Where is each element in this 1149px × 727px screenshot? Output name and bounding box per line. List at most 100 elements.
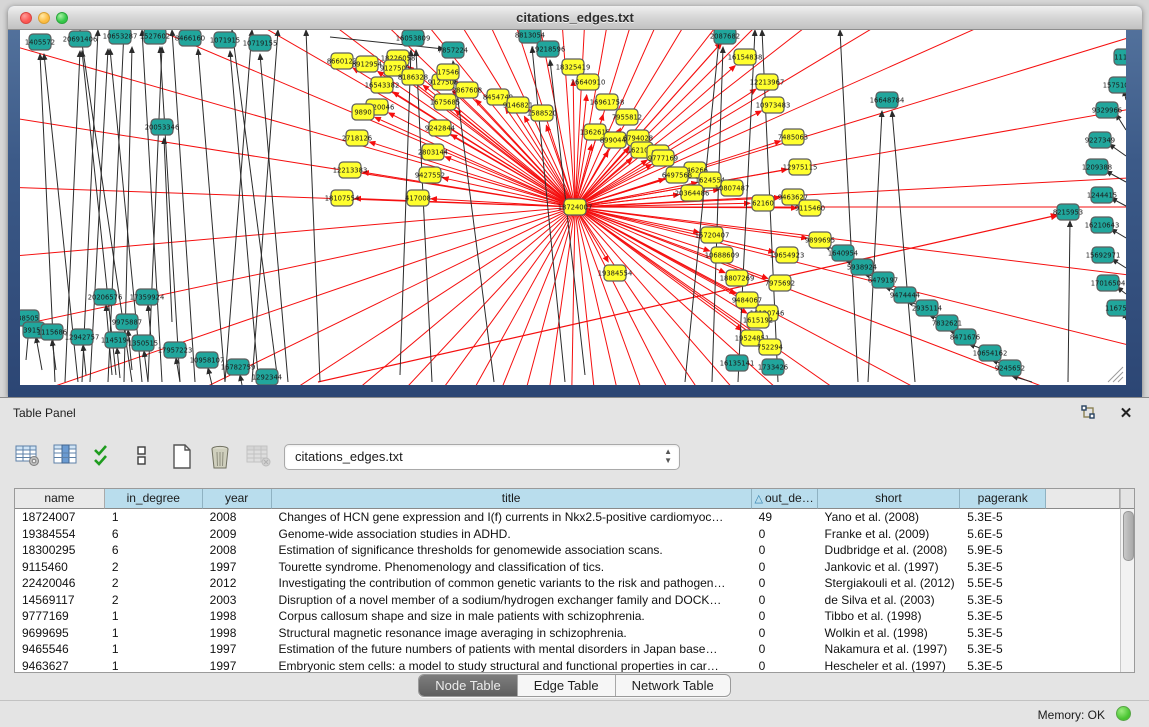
graph-node-teal[interactable]: 1209388 [1082,159,1112,175]
graph-node-teal[interactable]: 1405572 [25,34,55,50]
graph-node-yellow[interactable]: 9242844 [425,120,455,136]
table-row[interactable]: 969969511998Structural magnetic resonanc… [15,625,1120,642]
graph-node-teal[interactable]: 6479197 [868,272,898,288]
graph-node-teal[interactable]: 9245652 [995,360,1025,376]
graph-node-teal[interactable]: 20691406 [63,31,98,47]
table-row[interactable]: 1830029562008Estimation of significance … [15,542,1120,559]
graph-node-teal[interactable]: 7857224 [438,42,468,58]
column-header-in_degree[interactable]: in_degree [105,489,203,509]
table-row[interactable]: 946362711997Embryonic stem cells: a mode… [15,658,1120,673]
table-row[interactable]: 1456911722003Disruption of a novel membe… [15,592,1120,609]
table-row[interactable]: 1872400712008Changes of HCN gene express… [15,509,1120,526]
tab-edge-table[interactable]: Edge Table [518,675,616,696]
graph-node-yellow[interactable]: 6497568 [662,167,692,183]
graph-node-yellow[interactable]: 752294 [757,339,783,355]
delete-entries-icon[interactable] [206,442,234,470]
graph-node-teal[interactable]: 16053809 [396,30,431,46]
select-all-icon[interactable] [91,442,119,470]
graph-node-yellow[interactable]: 62160 [752,195,774,211]
canvas-resize-grip[interactable] [1108,367,1123,382]
graph-node-yellow[interactable]: 7485063 [778,129,808,145]
graph-node-yellow[interactable]: 12213383 [333,162,368,178]
table-select-dropdown[interactable]: citations_edges.txt ▲▼ [284,444,680,470]
graph-node-teal[interactable]: 16135141 [720,355,755,371]
graph-node-teal[interactable]: 17016504 [1091,275,1126,291]
show-columns-icon[interactable] [52,442,80,470]
graph-node-teal[interactable]: 20206576 [88,289,123,305]
graph-node-yellow[interactable]: 9899695 [805,232,835,248]
graph-node-yellow[interactable]: 2803144 [418,144,448,160]
graph-node-teal[interactable]: 2935114 [912,300,942,316]
graph-node-yellow[interactable]: 16640910 [571,74,606,90]
table-vertical-scrollbar[interactable] [1120,509,1134,672]
graph-node-yellow[interactable]: 7975692 [765,275,795,291]
network-window[interactable]: citations_edges.txt 14055722069140610653… [8,6,1142,397]
table-row[interactable]: 911546021997Tourette syndrome. Phenomeno… [15,559,1120,576]
table-row[interactable]: 977716911998Corpus callosum shape and si… [15,608,1120,625]
network-window-titlebar[interactable]: citations_edges.txt [8,6,1142,30]
graph-node-yellow[interactable]: 16154838 [728,49,763,65]
graph-node-yellow[interactable]: 1615192 [743,312,773,328]
tab-network-table[interactable]: Network Table [616,675,730,696]
graph-node-yellow[interactable]: 1588520 [527,105,557,121]
graph-node-yellow[interactable]: 9115460 [795,200,825,216]
graph-node-yellow[interactable]: 9777169 [648,150,678,166]
graph-node-yellow[interactable]: 7955812 [612,109,642,125]
graph-node-teal[interactable]: 10719155 [243,35,278,51]
graph-node-yellow[interactable]: 17546 [437,64,459,80]
graph-node-yellow[interactable]: 10973483 [756,97,791,113]
graph-node-yellow[interactable]: 12213967 [750,74,785,90]
graph-node-yellow[interactable]: 19654923 [770,247,805,263]
column-header-out_degree[interactable]: △out_de… [752,489,818,509]
graph-node-teal[interactable]: 20053346 [145,119,180,135]
graph-node-teal[interactable]: 9975887 [112,314,142,330]
graph-node-yellow[interactable]: 8912954 [352,56,382,72]
graph-node-teal[interactable]: 9227349 [1085,132,1115,148]
graph-node-yellow[interactable]: 18107554 [325,190,360,206]
graph-node-teal[interactable]: 15751074 [1103,77,1126,93]
graph-node-yellow[interactable]: 9427552 [415,167,445,183]
close-icon[interactable]: ✕ [1117,405,1135,423]
graph-node-teal[interactable]: 1292344 [252,369,282,385]
clear-selection-icon[interactable] [129,442,157,470]
graph-node-teal[interactable]: 116753 [1105,300,1126,316]
graph-node-yellow[interactable]: 16543382 [365,77,400,93]
graph-node-teal[interactable]: 8466160 [175,30,205,46]
new-table-icon[interactable] [168,442,196,470]
graph-node-teal[interactable]: 10958107 [190,352,225,368]
column-header-title[interactable]: title [272,489,752,509]
column-header-year[interactable]: year [203,489,272,509]
graph-node-teal[interactable]: 5938924 [847,259,877,275]
graph-node-teal[interactable]: 9329966 [1092,102,1122,118]
graph-node-teal[interactable]: 12942757 [65,329,100,345]
graph-node-yellow[interactable]: 1675685 [430,94,460,110]
graph-node-yellow[interactable]: 10688609 [705,247,740,263]
graph-node-teal[interactable]: 8215953 [1053,204,1083,220]
network-view-canvas[interactable]: 1405572206914061065328715276028466160107… [20,30,1126,385]
column-header-_filler[interactable] [1046,489,1120,509]
graph-node-yellow[interactable]: 8186328 [398,69,428,85]
graph-node-teal[interactable]: 17359924 [130,289,165,305]
scrollbar-thumb[interactable] [1123,511,1134,561]
graph-node-yellow[interactable]: 2867608 [452,82,482,98]
graph-node-teal[interactable]: 1145194 [101,332,131,348]
graph-node-teal[interactable]: 1244415 [1087,187,1117,203]
table-row[interactable]: 1938455462009Genome-wide association stu… [15,526,1120,543]
table-row[interactable]: 946554611997Estimation of the future num… [15,641,1120,658]
graph-node-teal[interactable]: 1115686 [37,324,67,340]
graph-node-yellow[interactable]: 2718126 [342,130,372,146]
graph-node-teal[interactable]: 8471676 [950,329,980,345]
graph-node-teal[interactable]: 1640954 [828,245,858,261]
table-row[interactable]: 2242004622012Investigating the contribut… [15,575,1120,592]
column-header-short[interactable]: short [818,489,961,509]
graph-node-teal[interactable]: 1071915 [210,32,240,48]
graph-node-teal[interactable]: 2087682 [710,30,740,44]
graph-node-teal[interactable]: 11175 [1114,49,1126,65]
table-settings-icon[interactable] [14,442,42,470]
float-icon[interactable] [1079,405,1097,423]
graph-node-teal[interactable]: 9474444 [890,287,920,303]
graph-node-teal[interactable]: 17957223 [158,342,193,358]
graph-node-teal[interactable]: 16648784 [870,92,905,108]
graph-node-teal[interactable]: 1733426 [758,359,788,375]
graph-node-yellow[interactable]: 12975115 [783,159,818,175]
